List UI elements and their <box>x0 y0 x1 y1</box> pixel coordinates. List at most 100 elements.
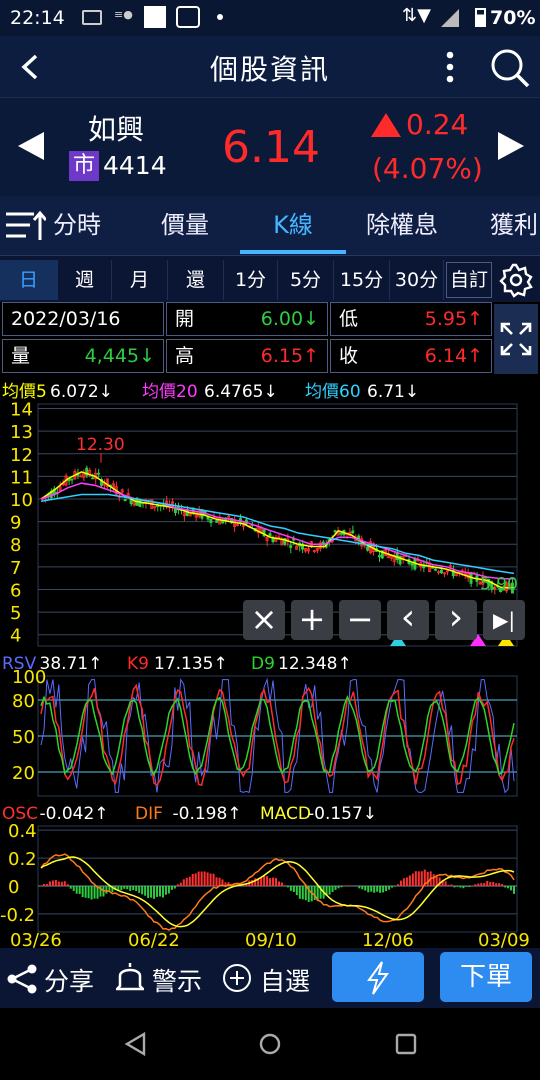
macd-tick-label: -0.2 <box>0 905 35 926</box>
close-label: 收 <box>339 345 359 367</box>
tab-dividend[interactable]: 除權息 <box>360 196 444 254</box>
x-tick-label: 03/26 <box>10 930 62 948</box>
price-tick-label: 9 <box>10 513 21 534</box>
kd-legend-label: K9 <box>127 654 149 674</box>
fullscreen-icon[interactable] <box>494 304 538 374</box>
add-circle-icon[interactable] <box>222 963 252 993</box>
watchlist-button[interactable]: 自選 <box>260 962 310 998</box>
candle-body <box>351 530 355 534</box>
app-icon <box>176 6 200 28</box>
market-badge: 市 <box>69 151 99 181</box>
open-cell: 開 6.00↓ <box>166 302 328 336</box>
kd-tick-label: 20 <box>12 763 35 784</box>
macd-legend-value: -0.042↑ <box>40 804 109 824</box>
more-options-icon[interactable] <box>440 50 460 84</box>
high-annotation: 12.30 <box>76 435 125 455</box>
kline-chart[interactable]: 均價5 6.072↓ 均價20 6.4765↓ 均價60 6.71↓RSV 38.71↑ K9… <box>0 376 540 948</box>
scroll-left-button[interactable]: ‹ <box>387 600 429 640</box>
macd-tick-label: 0.2 <box>8 849 37 870</box>
menu-icon[interactable] <box>6 210 46 242</box>
period-15min[interactable]: 15分 <box>334 260 390 300</box>
macd-legend-value: -0.198↑ <box>173 804 242 824</box>
period-day[interactable]: 日 <box>0 260 58 300</box>
nav-back-icon[interactable] <box>124 1032 148 1056</box>
up-arrow-icon <box>371 113 401 137</box>
ma-legend-label: 均價20 <box>142 382 198 402</box>
alert-button[interactable]: 警示 <box>152 962 202 998</box>
close-chart-button[interactable]: × <box>243 600 285 640</box>
candle-body <box>271 537 275 543</box>
dot-icon <box>217 14 223 20</box>
candle-body <box>333 530 337 533</box>
volume-label: 量 <box>11 345 31 367</box>
high-value: 6.15↑ <box>260 345 319 367</box>
stock-code: 4414 <box>103 151 167 180</box>
low-label: 低 <box>339 308 359 330</box>
price-tick-label: 4 <box>10 626 21 647</box>
period-restore[interactable]: 還 <box>168 260 224 300</box>
date-cell: 2022/03/16 <box>2 302 164 336</box>
tab-profit[interactable]: 獲利 <box>484 196 540 254</box>
tab-intraday[interactable]: 分時 <box>46 196 108 254</box>
period-30min[interactable]: 30分 <box>390 260 444 300</box>
candle-body <box>339 532 343 535</box>
x-tick-label: 06/22 <box>128 930 180 948</box>
low-annotation: 5.90 <box>480 575 518 595</box>
nav-recents-icon[interactable] <box>394 1032 418 1056</box>
price-tick-label: 10 <box>10 490 33 511</box>
candle-body <box>377 555 381 558</box>
nav-home-icon[interactable] <box>258 1032 282 1056</box>
scroll-end-button[interactable]: ▶| <box>483 600 525 640</box>
ma-legend-value: 6.072↓ <box>50 382 113 402</box>
next-stock-icon[interactable] <box>496 130 526 162</box>
x-tick-label: 12/06 <box>362 930 414 948</box>
ma-legend-label: 均價60 <box>305 382 361 402</box>
tab-kline[interactable]: K線 <box>240 196 346 254</box>
kd-tick-label: 50 <box>12 727 35 748</box>
cloud-icon: ≡● <box>114 8 133 21</box>
high-label: 高 <box>175 345 195 367</box>
share-icon[interactable] <box>6 964 40 994</box>
search-icon[interactable] <box>488 46 532 90</box>
period-1min[interactable]: 1分 <box>224 260 278 300</box>
candle-body <box>97 472 101 475</box>
period-5min[interactable]: 5分 <box>278 260 334 300</box>
settings-icon[interactable] <box>498 262 534 298</box>
candle-body <box>434 568 438 571</box>
tab-price-volume[interactable]: 價量 <box>150 196 220 254</box>
zoom-out-button[interactable]: − <box>339 600 381 640</box>
x-tick-label: 03/09 <box>478 930 530 948</box>
candle-body <box>410 563 414 566</box>
quick-order-button[interactable] <box>332 952 424 1002</box>
macd-tick-label: 0.4 <box>8 821 37 842</box>
order-button[interactable]: 下單 <box>440 952 532 1002</box>
period-month[interactable]: 月 <box>112 260 168 300</box>
open-label: 開 <box>175 308 195 330</box>
price-tick-label: 14 <box>10 400 33 421</box>
zoom-in-button[interactable]: + <box>291 600 333 640</box>
battery-icon <box>475 8 486 27</box>
share-button[interactable]: 分享 <box>44 962 94 998</box>
period-custom[interactable]: 自訂 <box>446 262 492 298</box>
period-week[interactable]: 週 <box>58 260 112 300</box>
candle-body <box>91 477 95 480</box>
price-tick-label: 6 <box>10 580 21 601</box>
kd-legend-value: 38.71↑ <box>40 654 103 674</box>
candle-body <box>70 478 74 481</box>
clock: 22:14 <box>10 7 65 29</box>
candle-body <box>439 569 443 574</box>
macd-legend-label: MACD <box>260 804 311 824</box>
scroll-right-button[interactable]: › <box>435 600 477 640</box>
screen-icon <box>82 10 102 25</box>
candle-body <box>123 498 127 502</box>
photo-icon <box>144 6 166 28</box>
kd-legend-label: D9 <box>251 654 275 674</box>
bell-icon[interactable] <box>116 962 144 994</box>
stock-name: 如興 <box>88 113 145 146</box>
main-tabs: 分時 價量 K線 除權息 獲利 <box>0 196 540 256</box>
price-change: 0.24 <box>406 108 469 141</box>
prev-stock-icon[interactable] <box>16 130 46 162</box>
volume-value: 4,445↓ <box>84 345 155 367</box>
candle-body <box>209 518 213 524</box>
macd-tick-label: 0 <box>8 877 19 898</box>
